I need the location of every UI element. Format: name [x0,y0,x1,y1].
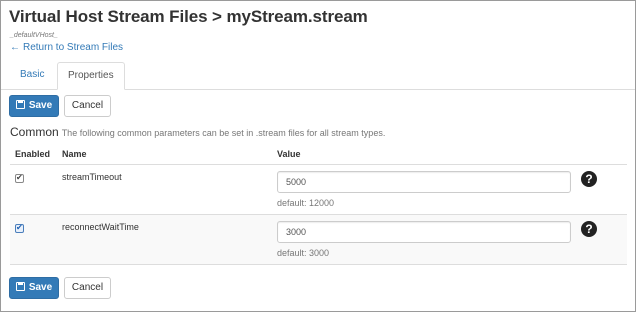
enabled-checkbox-streamTimeout[interactable]: ✔ [15,173,24,183]
value-input-reconnectWaitTime[interactable] [277,221,571,243]
column-header-name: Name [62,149,87,159]
section-heading: Common [10,125,59,139]
default-value-text: default: 12000 [277,198,335,208]
tab-basic[interactable]: Basic [10,62,54,88]
enabled-checkbox-reconnectWaitTime[interactable]: ✔ [15,223,24,233]
param-name: reconnectWaitTime [62,222,139,232]
save-button-bottom[interactable]: Save [9,277,59,299]
page-title: Virtual Host Stream Files > myStream.str… [9,7,368,26]
window-frame: Virtual Host Stream Files > myStream.str… [0,0,636,312]
param-name: streamTimeout [62,172,122,182]
save-disk-icon [15,100,25,109]
column-header-value: Value [277,149,301,159]
cancel-button-bottom[interactable]: Cancel [64,277,111,299]
table-row-reconnectWaitTime: ✔ reconnectWaitTime default: 3000 ? [10,215,627,265]
vhost-label: _defaultVHost_ [10,32,58,39]
return-link-label: Return to Stream Files [23,42,124,53]
check-icon: ✔ [16,223,23,232]
tab-properties[interactable]: Properties [57,62,125,90]
save-disk-icon [15,282,25,291]
section-description: The following common parameters can be s… [61,128,386,138]
save-button-label: Save [28,282,53,293]
return-to-stream-files-link[interactable]: ← Return to Stream Files [10,42,123,53]
arrow-left-icon: ← [10,42,20,53]
save-button-label: Save [28,100,53,111]
default-value-text: default: 3000 [277,248,330,258]
check-icon: ✔ [16,173,23,182]
save-button-top[interactable]: Save [9,95,59,117]
question-circle-icon[interactable]: ? [581,171,597,187]
common-section-header: Common The following common parameters ca… [10,123,385,141]
tab-bar: Basic Properties [1,62,635,90]
column-header-enabled: Enabled [15,149,51,159]
value-input-streamTimeout[interactable] [277,171,571,193]
cancel-button-top[interactable]: Cancel [64,95,111,117]
question-circle-icon[interactable]: ? [581,221,597,237]
table-row-streamTimeout: ✔ streamTimeout default: 12000 ? [10,165,627,215]
